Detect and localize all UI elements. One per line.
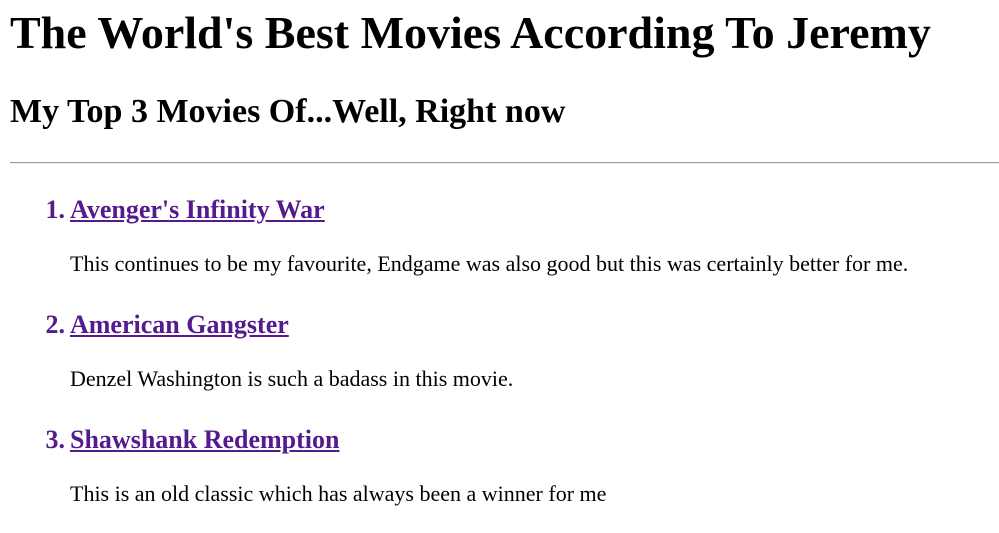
movie-title-link[interactable]: Avenger's Infinity War [70, 193, 325, 227]
divider [10, 162, 999, 164]
page-subtitle: My Top 3 Movies Of...Well, Right now [10, 93, 566, 130]
movie-title-link[interactable]: American Gangster [70, 308, 289, 342]
movie-description: This is an old classic which has always … [70, 481, 607, 506]
movie-number: 3. [45, 425, 66, 454]
movie-number: 2. [45, 310, 66, 339]
movie-description: This continues to be my favourite, Endga… [70, 251, 909, 276]
movie-number: 1. [45, 195, 66, 224]
movie-description: Denzel Washington is such a badass in th… [70, 366, 514, 391]
page: The World's Best Movies According To Jer… [0, 0, 999, 533]
movie-title-link[interactable]: Shawshank Redemption [70, 423, 339, 457]
movie-heading: 3. Shawshank Redemption [0, 423, 999, 457]
movie-heading: 2. American Gangster [0, 308, 999, 342]
page-title: The World's Best Movies According To Jer… [10, 7, 931, 58]
movie-heading: 1. Avenger's Infinity War [0, 193, 999, 227]
